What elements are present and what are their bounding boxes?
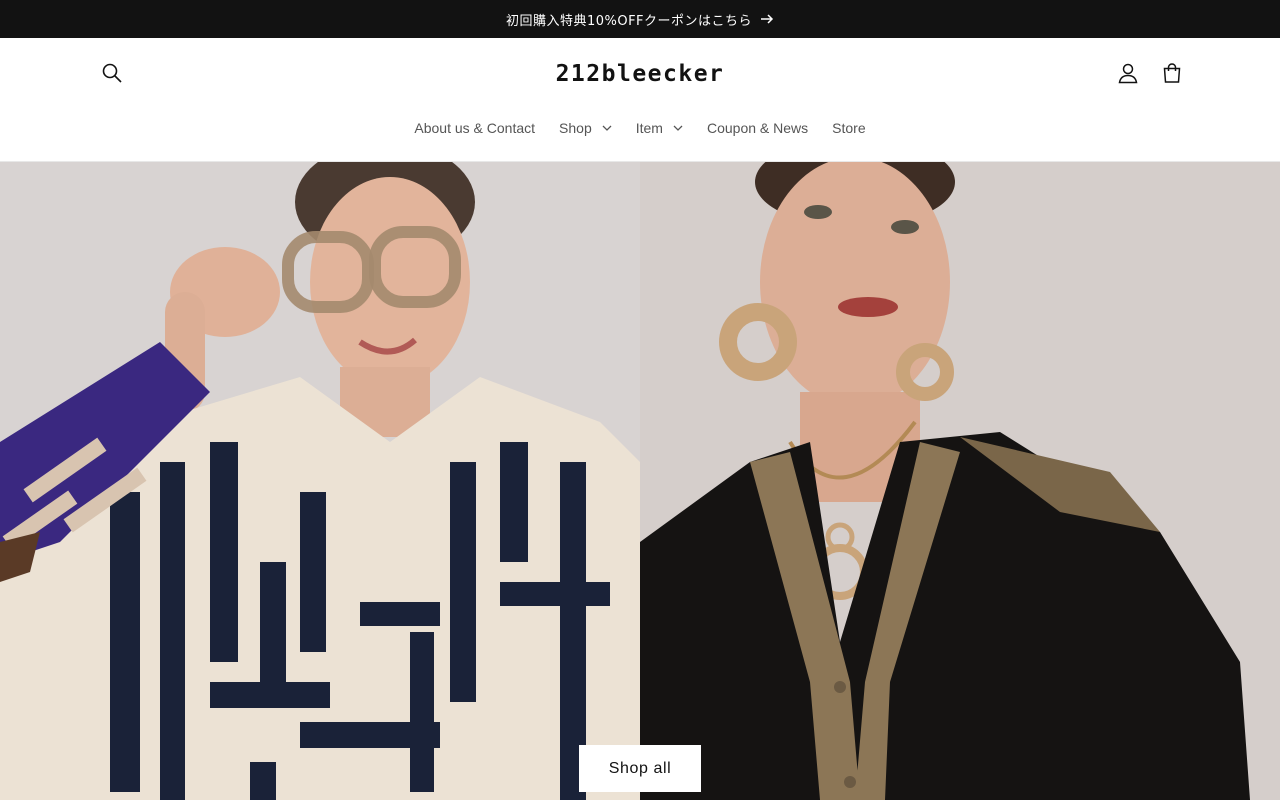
announcement-bar: 初回購入特典10%OFFクーポンはこちら: [0, 0, 1280, 38]
arrow-right-icon: [761, 14, 774, 24]
account-button[interactable]: [1106, 51, 1150, 95]
nav-item-label: Coupon & News: [706, 120, 809, 136]
announcement-text: 初回購入特典10%OFFクーポンはこちら: [505, 13, 753, 29]
cart-button[interactable]: [1150, 51, 1194, 95]
hero-image-left: [0, 162, 640, 800]
hero-image-right: [640, 162, 1280, 800]
nav-item-label: Item: [635, 120, 663, 136]
nav-item-about[interactable]: About us & Contact: [402, 120, 547, 136]
cart-icon: [1163, 63, 1181, 83]
nav-item-item[interactable]: Item: [624, 120, 695, 136]
announcement-link[interactable]: 初回購入特典10%OFFクーポンはこちら: [506, 10, 774, 29]
nav-item-label: Shop: [559, 120, 592, 136]
main-nav: About us & Contact Shop Item Coupon & Ne…: [0, 114, 1280, 142]
nav-item-store[interactable]: Store: [820, 120, 877, 136]
account-icon: [1118, 63, 1138, 84]
nav-item-label: About us & Contact: [414, 120, 536, 136]
search-icon: [102, 63, 122, 83]
site-logo[interactable]: 212bleecker: [540, 58, 740, 90]
nav-item-coupon-news[interactable]: Coupon & News: [695, 120, 820, 136]
search-button[interactable]: [90, 51, 134, 95]
shop-all-button[interactable]: Shop all: [579, 745, 701, 792]
chevron-down-icon: [602, 125, 612, 131]
chevron-down-icon: [673, 125, 683, 131]
nav-item-label: Store: [832, 120, 866, 136]
nav-item-shop[interactable]: Shop: [547, 120, 624, 136]
hero-banner: Shop all: [0, 162, 1280, 800]
site-header: 212bleecker About us & Contact Shop Item: [0, 38, 1280, 162]
